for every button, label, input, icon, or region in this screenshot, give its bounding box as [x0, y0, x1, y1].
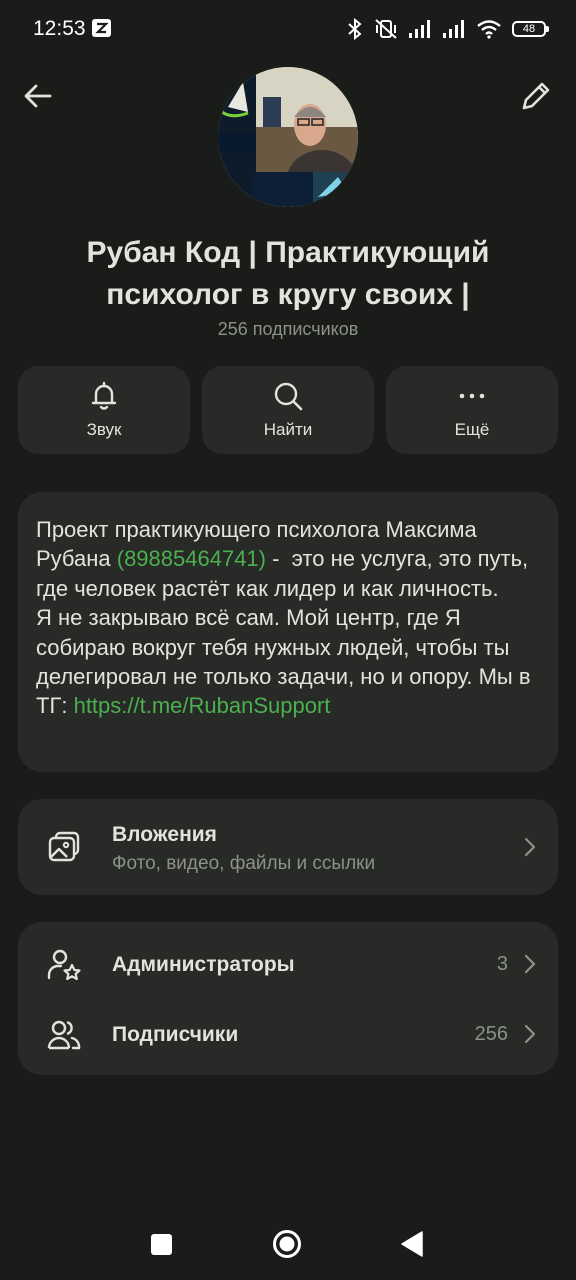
attachments-title: Вложения: [112, 823, 217, 846]
more-button-label: Ещё: [454, 420, 490, 439]
sound-button-label: Звук: [86, 420, 122, 439]
bell-icon: [91, 381, 117, 410]
signal-icon-1: [409, 20, 430, 38]
media-gallery-icon: [48, 831, 80, 862]
more-button[interactable]: Ещё: [386, 366, 558, 454]
description-text: Проект практикующего психолога Максима Р…: [36, 515, 540, 721]
admins-title: Администраторы: [112, 953, 295, 976]
description-card: Проект практикующего психолога Максима Р…: [18, 492, 558, 772]
channel-title: Рубан Код | Практикующий психолог в круг…: [86, 236, 490, 311]
search-icon: [274, 382, 303, 411]
status-icons: 48: [346, 18, 549, 40]
members-title: Подписчики: [112, 1023, 239, 1046]
status-bar: 12:53 48: [0, 0, 576, 58]
recents-button[interactable]: [151, 1234, 172, 1255]
chevron-right-icon: [524, 1024, 536, 1044]
phone-link[interactable]: (89885464741): [117, 546, 266, 571]
attachments-subtitle: Фото, видео, файлы и ссылки: [112, 853, 376, 874]
subscribers-count: 256 подписчиков: [217, 319, 359, 339]
telegram-link[interactable]: https://t.me/RubanSupport: [74, 693, 331, 718]
sound-button[interactable]: Звук: [18, 366, 190, 454]
system-navigation-bar: [0, 1210, 576, 1280]
chevron-right-icon: [524, 837, 536, 857]
vibrate-off-icon: [375, 19, 397, 39]
channel-avatar[interactable]: [218, 67, 358, 207]
admin-star-icon: [47, 949, 81, 981]
signal-icon-2: [443, 20, 464, 38]
chevron-right-icon: [524, 954, 536, 974]
nav-back-button[interactable]: [400, 1231, 424, 1257]
more-icon: [459, 393, 485, 399]
members-count: 256: [474, 1023, 508, 1045]
members-row[interactable]: Подписчики 256: [18, 999, 558, 1069]
notification-app-icon: [92, 19, 111, 37]
battery-level: 48: [522, 23, 536, 35]
search-button[interactable]: Найти: [202, 366, 374, 454]
edit-pencil-icon[interactable]: [518, 78, 554, 114]
wifi-icon: [477, 20, 501, 39]
admins-count: 3: [496, 953, 508, 975]
members-card: Администраторы 3 Подписчики 256: [18, 922, 558, 1075]
home-button[interactable]: [272, 1229, 302, 1259]
back-button[interactable]: [20, 78, 56, 114]
admins-row[interactable]: Администраторы 3: [18, 929, 558, 999]
bluetooth-icon: [348, 18, 362, 40]
battery-indicator: 48: [512, 21, 549, 37]
people-icon: [47, 1020, 81, 1050]
status-time: 12:53: [33, 17, 86, 40]
channel-info-screen: 12:53 48 Рубан Код | Практикующий психол…: [0, 0, 576, 1280]
action-buttons: Звук Найти Ещё: [18, 366, 558, 454]
attachments-card[interactable]: Вложения Фото, видео, файлы и ссылки: [18, 799, 558, 895]
search-button-label: Найти: [263, 420, 313, 439]
